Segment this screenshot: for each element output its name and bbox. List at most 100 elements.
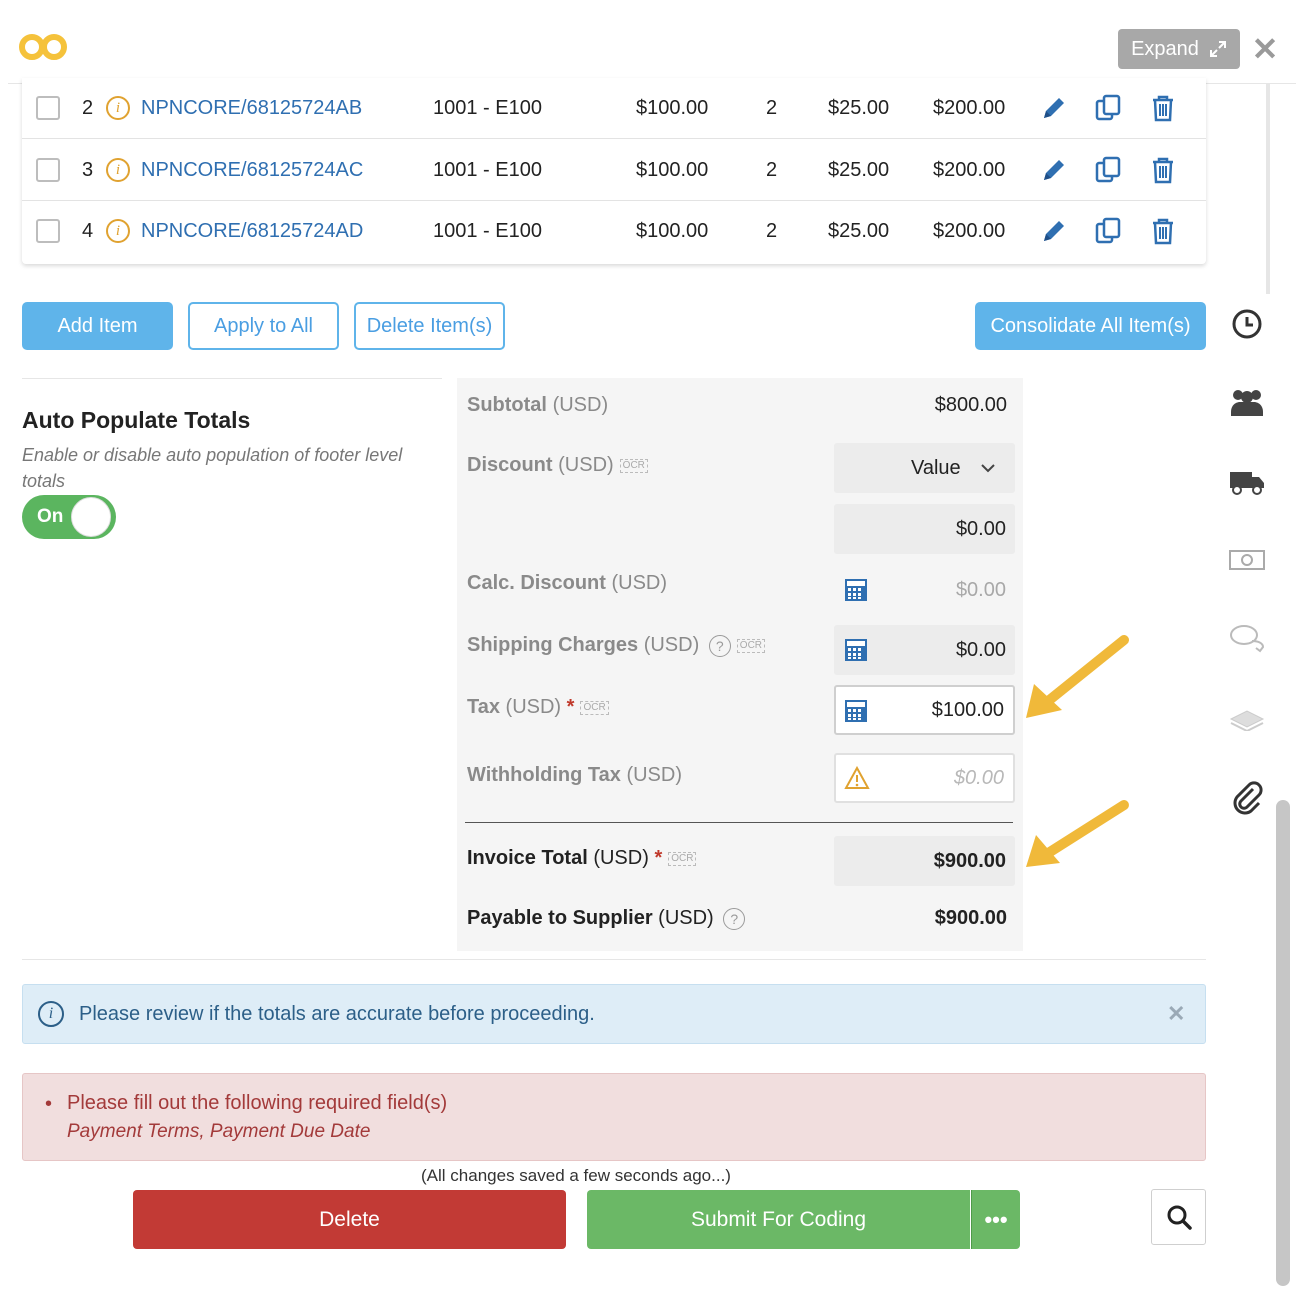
delete-button[interactable]: Delete (133, 1190, 566, 1249)
copy-icon[interactable] (1092, 215, 1124, 247)
row-number: 2 (82, 97, 94, 119)
info-icon[interactable]: i (106, 158, 130, 182)
submit-for-coding-button[interactable]: Submit For Coding (587, 1190, 970, 1249)
copy-icon[interactable] (1092, 92, 1124, 124)
calc-discount-field: $0.00 (834, 565, 1015, 615)
more-options-button[interactable]: ••• (971, 1190, 1020, 1249)
item-quantity: 2 (766, 159, 778, 181)
pencil-icon[interactable] (1038, 215, 1070, 247)
apply-to-all-button[interactable]: Apply to All (188, 302, 339, 350)
search-icon (1167, 1205, 1192, 1230)
discount-type-value: Value (911, 457, 961, 479)
add-item-button[interactable]: Add Item (22, 302, 173, 350)
ocr-icon[interactable]: OCR (580, 700, 609, 715)
paperclip-icon[interactable] (1222, 778, 1272, 818)
tax-field[interactable]: $100.00 (834, 685, 1015, 735)
item-unit-price: $25.00 (828, 97, 890, 119)
help-icon[interactable]: ? (723, 907, 746, 930)
calc-discount-value: $0.00 (955, 579, 1006, 601)
panel-header (8, 14, 1296, 84)
annotation-arrow (1026, 635, 1129, 718)
item-quantity: 2 (766, 220, 778, 242)
invoice-panel: Expand ✕ 2 i NPNCORE/68125724AB 1001 - E… (0, 0, 1302, 1292)
clock-icon[interactable] (1222, 304, 1272, 344)
consolidate-items-button[interactable]: Consolidate All Item(s) (975, 302, 1206, 350)
trash-icon[interactable] (1147, 154, 1179, 186)
discount-type-select[interactable]: Value (834, 443, 1015, 493)
withholding-field[interactable]: $0.00 (834, 753, 1015, 803)
toggle-label: On (37, 506, 64, 527)
info-alert: i Please review if the totals are accura… (22, 984, 1206, 1044)
trash-icon[interactable] (1147, 215, 1179, 247)
item-price: $100.00 (636, 97, 709, 119)
row-number: 3 (82, 159, 94, 181)
help-icon[interactable]: ? (708, 634, 731, 657)
info-icon[interactable]: i (106, 219, 130, 243)
info-icon[interactable]: i (106, 96, 130, 120)
expand-button[interactable]: Expand (1118, 29, 1240, 69)
discount-value-field[interactable]: $0.00 (834, 504, 1015, 554)
auto-populate-toggle[interactable]: On (22, 495, 116, 539)
shipping-value: $0.00 (955, 639, 1006, 661)
trash-icon[interactable] (1147, 92, 1179, 124)
total-divider (465, 822, 1013, 823)
item-reference-link[interactable]: NPNCORE/68125724AC (141, 159, 363, 182)
toggle-knob (71, 497, 111, 537)
invoice-total-value: $900.00 (933, 850, 1006, 872)
delete-items-button[interactable]: Delete Item(s) (354, 302, 505, 350)
auto-populate-title: Auto Populate Totals (22, 407, 251, 433)
scrollbar[interactable] (1276, 800, 1290, 1286)
auto-populate-description: Enable or disable auto population of foo… (22, 445, 403, 491)
users-icon[interactable] (1222, 382, 1272, 422)
pencil-icon[interactable] (1038, 154, 1070, 186)
shipping-label: Shipping Charges (USD) ? OCR (467, 634, 766, 657)
item-total: $200.00 (933, 159, 1006, 181)
tax-value: $100.00 (931, 699, 1004, 721)
close-icon[interactable]: ✕ (1167, 1001, 1185, 1027)
line-items-table: 2 i NPNCORE/68125724AB 1001 - E100 $100.… (22, 78, 1206, 264)
item-price: $100.00 (636, 159, 709, 181)
copy-icon[interactable] (1092, 154, 1124, 186)
invoice-total-label: Invoice Total (USD) * OCR (467, 847, 697, 870)
truck-icon[interactable] (1222, 462, 1272, 502)
close-icon[interactable]: ✕ (1250, 32, 1280, 66)
ocr-icon[interactable]: OCR (619, 458, 648, 473)
row-checkbox[interactable] (36, 158, 60, 182)
row-checkbox[interactable] (36, 96, 60, 120)
expand-arrows-icon (1209, 41, 1226, 57)
table-row: 2 i NPNCORE/68125724AB 1001 - E100 $100.… (22, 78, 1206, 139)
item-price: $100.00 (636, 220, 709, 242)
calculator-icon[interactable] (844, 578, 868, 602)
totals-panel: Subtotal (USD) $800.00 Discount (USD) OCR… (457, 378, 1023, 951)
search-button[interactable] (1151, 1189, 1206, 1245)
pencil-icon[interactable] (1038, 92, 1070, 124)
section-divider (22, 378, 442, 379)
info-alert-text: Please review if the totals are accurate… (79, 1003, 595, 1025)
ocr-icon[interactable]: OCR (668, 851, 697, 866)
tax-label: Tax (USD) * OCR (467, 696, 609, 719)
row-number: 4 (82, 220, 94, 242)
stack-icon[interactable] (1222, 698, 1272, 738)
payable-value: $900.00 (934, 907, 1007, 929)
expand-label: Expand (1131, 37, 1199, 60)
ocr-icon[interactable]: OCR (736, 638, 766, 653)
item-account: 1001 - E100 (433, 220, 542, 242)
withholding-value: $0.00 (953, 767, 1004, 789)
item-total: $200.00 (933, 220, 1006, 242)
section-divider (22, 959, 1206, 960)
money-icon[interactable] (1222, 540, 1272, 580)
bullet: • (45, 1093, 53, 1115)
item-reference-link[interactable]: NPNCORE/68125724AB (141, 97, 362, 120)
info-icon: i (38, 1001, 64, 1027)
item-unit-price: $25.00 (828, 159, 890, 181)
calculator-icon[interactable] (844, 638, 868, 662)
item-reference-link[interactable]: NPNCORE/68125724AD (141, 220, 363, 243)
table-row: 4 i NPNCORE/68125724AD 1001 - E100 $100.… (22, 201, 1206, 262)
warning-icon (844, 766, 870, 789)
infinity-logo (19, 34, 67, 60)
comments-icon[interactable] (1222, 618, 1272, 658)
discount-value: $0.00 (955, 518, 1006, 540)
row-checkbox[interactable] (36, 219, 60, 243)
calculator-icon[interactable] (844, 699, 868, 723)
shipping-field[interactable]: $0.00 (834, 625, 1015, 675)
